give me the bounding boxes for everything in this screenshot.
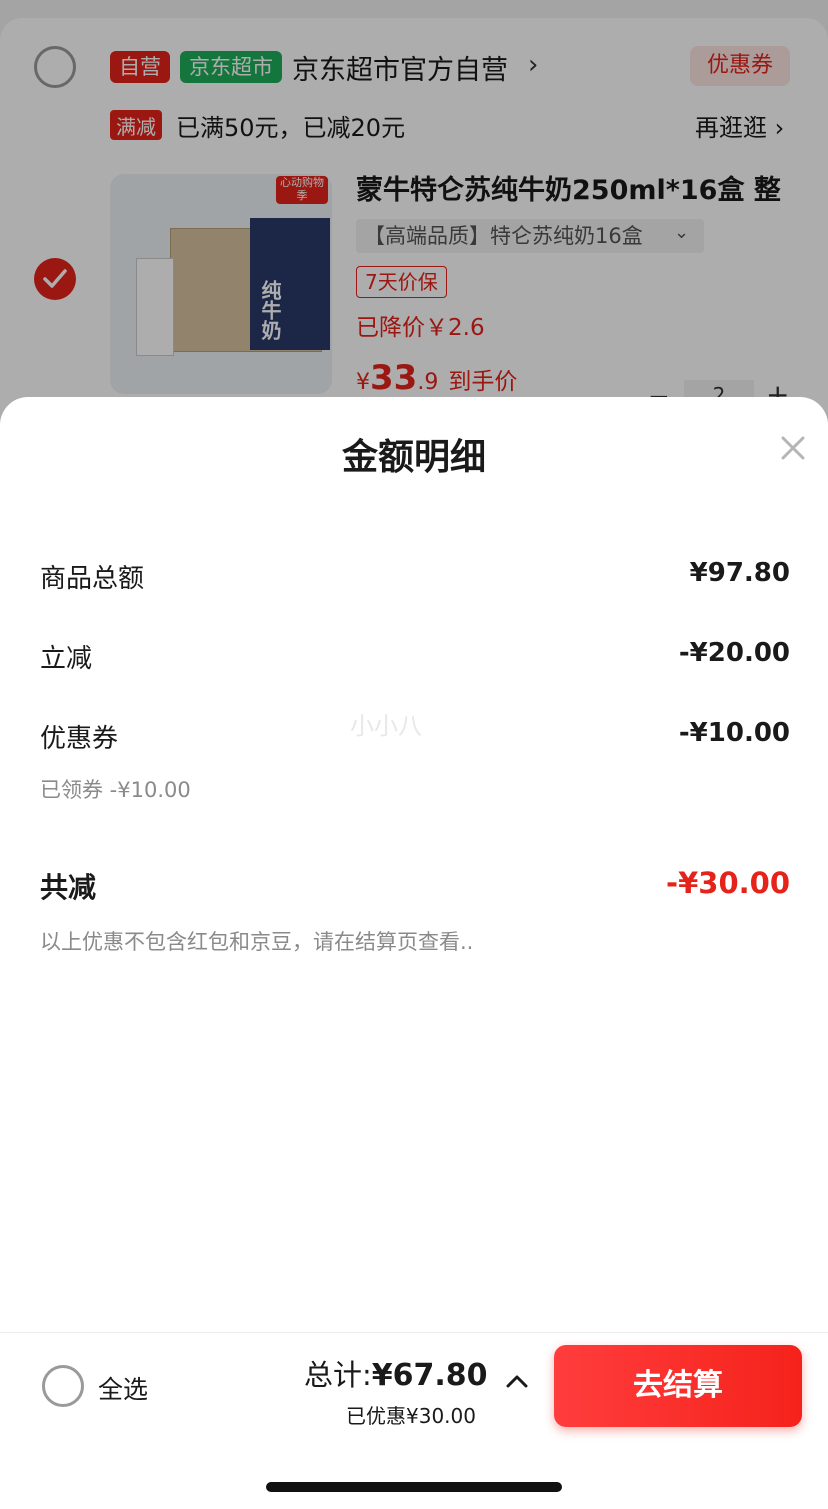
goods-total-label: 商品总额 [40,564,145,594]
claimed-coupon-text: 已领券 -¥10.00 [40,778,191,802]
amount-detail-sheet [0,397,828,1332]
order-total: 总计:¥67.80 [304,1352,488,1394]
checkout-button[interactable]: 去结算 [554,1345,802,1427]
order-total-label: 总计: [304,1358,372,1392]
discount-note: 以上优惠不包含红包和京豆，请在结算页查看.. [40,930,474,954]
close-icon[interactable] [778,433,808,463]
coupon-label: 优惠券 [40,724,119,754]
chevron-up-icon[interactable] [506,1374,528,1388]
coupon-value: -¥10.00 [678,718,790,748]
instant-discount-label: 立减 [40,644,93,674]
select-all-label[interactable]: 全选 [98,1370,148,1406]
order-total-value: ¥67.80 [371,1358,488,1393]
total-discount-value: -¥30.00 [666,866,790,900]
select-all-radio[interactable] [42,1365,84,1407]
total-discount-label: 共减 [40,871,97,904]
watermark: 小小八 [350,712,422,740]
instant-discount-value: -¥20.00 [678,638,790,668]
goods-total-value: ¥97.80 [689,558,790,588]
saved-amount: 已优惠¥30.00 [346,1404,476,1428]
sheet-title: 金额明细 [341,437,486,478]
home-indicator [266,1482,562,1492]
